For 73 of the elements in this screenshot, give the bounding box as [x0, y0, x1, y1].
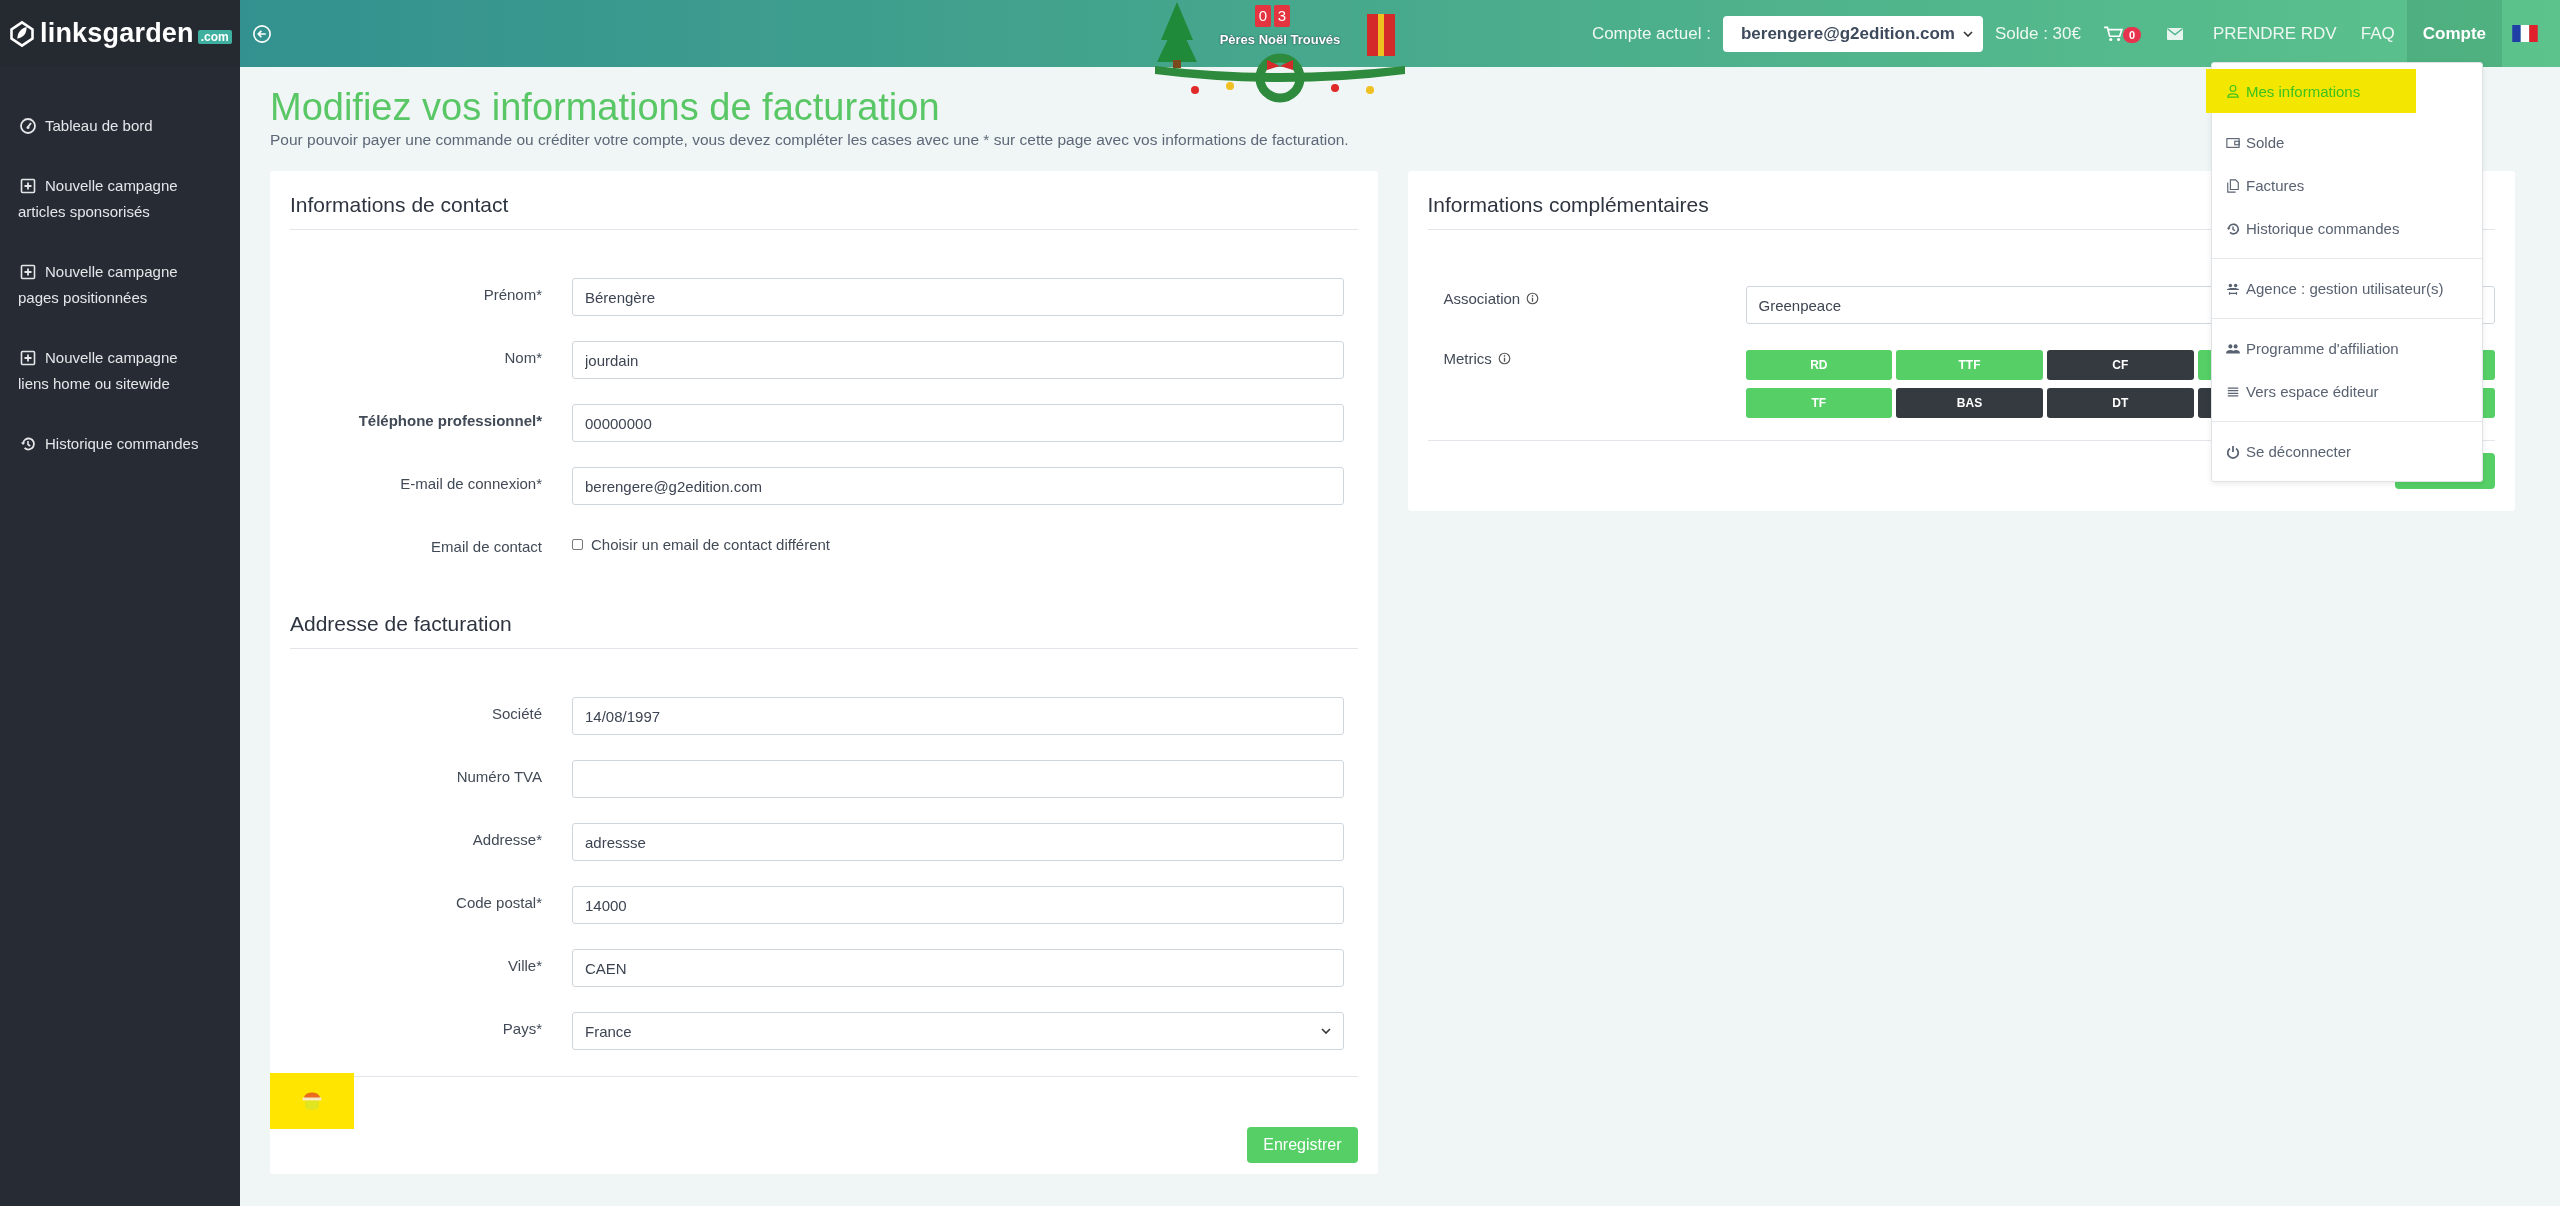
text-field[interactable] — [572, 760, 1344, 798]
banner-caption: Pères Noël Trouvés — [1218, 32, 1342, 47]
text-field[interactable]: CAEN — [572, 949, 1344, 987]
plus-square-icon — [20, 350, 36, 366]
select-field[interactable]: France — [572, 1012, 1344, 1050]
field-label: Société — [490, 704, 542, 722]
text-field[interactable]: adressse — [572, 823, 1344, 861]
brand-tld: .com — [197, 29, 232, 44]
field-label: Numéro TVA — [455, 767, 542, 785]
field-label: Nom* — [503, 348, 542, 366]
menu-item[interactable]: Solde — [2212, 129, 2482, 156]
menu-item[interactable]: Factures — [2212, 172, 2482, 199]
metric-toggle[interactable]: CF — [2046, 350, 2194, 380]
field-label: Code postal* — [455, 893, 542, 911]
field-label: Prénom* — [482, 285, 542, 303]
sidebar-item[interactable]: Nouvelle campagne liens home ou sitewide — [18, 345, 178, 397]
cart-icon[interactable] — [2102, 24, 2123, 43]
field-label: Pays* — [501, 1019, 542, 1037]
sidebar-item[interactable]: Historique commandes — [18, 431, 199, 457]
info-icon — [1497, 351, 1511, 365]
chevron-down-icon — [1962, 30, 1973, 37]
checkbox[interactable] — [572, 538, 583, 550]
plus-square-icon — [20, 178, 36, 194]
account-select[interactable]: berengere@g2edition.com — [1722, 15, 1983, 52]
group-icon — [2226, 281, 2240, 296]
field-label: Email de contact — [430, 537, 542, 555]
text-field[interactable]: jourdain — [572, 341, 1344, 379]
user-icon — [2226, 84, 2240, 98]
text-field[interactable]: 14/08/1997 — [572, 697, 1344, 735]
field-label: Ville* — [507, 956, 542, 974]
mail-icon[interactable] — [2166, 27, 2183, 40]
account-label: Compte actuel : — [1591, 23, 1711, 44]
history-icon — [2226, 221, 2240, 236]
cart-count-badge: 0 — [2122, 26, 2142, 43]
field-label: Metrics — [1443, 349, 1492, 367]
page-subtitle: Pour pouvoir payer une commande ou créditer votre compte, vous devez compléter les cases avec une * sur cette page avec vos informations de facturation. — [270, 131, 1349, 149]
wallet-icon — [2226, 135, 2240, 150]
files-icon — [2226, 178, 2240, 193]
text-field[interactable]: 14000 — [572, 886, 1344, 924]
sidebar-item[interactable]: Nouvelle campagne pages positionnées — [18, 259, 178, 311]
metric-toggle[interactable]: DT — [2046, 388, 2194, 418]
metric-toggle[interactable]: BAS — [1896, 388, 2043, 418]
brand-name: linksgarden — [40, 18, 194, 49]
back-icon[interactable] — [252, 23, 272, 44]
france-flag-icon[interactable] — [2512, 25, 2538, 42]
info-icon — [1526, 291, 1540, 305]
checkbox-label[interactable]: Choisir un email de contact différent — [591, 535, 831, 553]
balance: Solde : 30€ — [1994, 23, 2081, 44]
section-title: Informations de contact — [290, 171, 1358, 230]
menu-item[interactable]: Vers espace éditeur — [2212, 378, 2482, 405]
plus-square-icon — [20, 264, 36, 280]
page-title: Modifiez vos informations de facturation — [270, 85, 940, 129]
menu-item[interactable]: Se déconnecter — [2212, 438, 2482, 465]
field-label: Addresse* — [471, 830, 542, 848]
power-icon — [2226, 444, 2240, 459]
sidebar-item[interactable]: Nouvelle campagne articles sponsorisés — [18, 173, 178, 225]
text-field[interactable]: 00000000 — [572, 404, 1344, 442]
counter-digit: 0 — [1255, 5, 1271, 27]
text-field[interactable]: Bérengère — [572, 278, 1344, 316]
field-label: E-mail de connexion* — [399, 474, 542, 492]
dashboard-icon — [20, 118, 36, 134]
leaf-logo-icon — [8, 19, 36, 48]
counter-digit: 3 — [1274, 5, 1290, 27]
section-title: Addresse de facturation — [290, 590, 1358, 649]
sidebar-item[interactable]: Tableau de bord — [18, 113, 153, 139]
history-icon — [20, 436, 36, 452]
chevron-down-icon — [1320, 1028, 1331, 1034]
list-icon — [2226, 384, 2240, 399]
menu-item[interactable]: Programme d'affiliation — [2212, 335, 2482, 362]
field-label: Association — [1443, 289, 1521, 307]
field-label: Téléphone professionnel* — [357, 411, 542, 429]
people-icon — [2226, 341, 2240, 356]
text-field[interactable]: berengere@g2edition.com — [572, 467, 1344, 505]
